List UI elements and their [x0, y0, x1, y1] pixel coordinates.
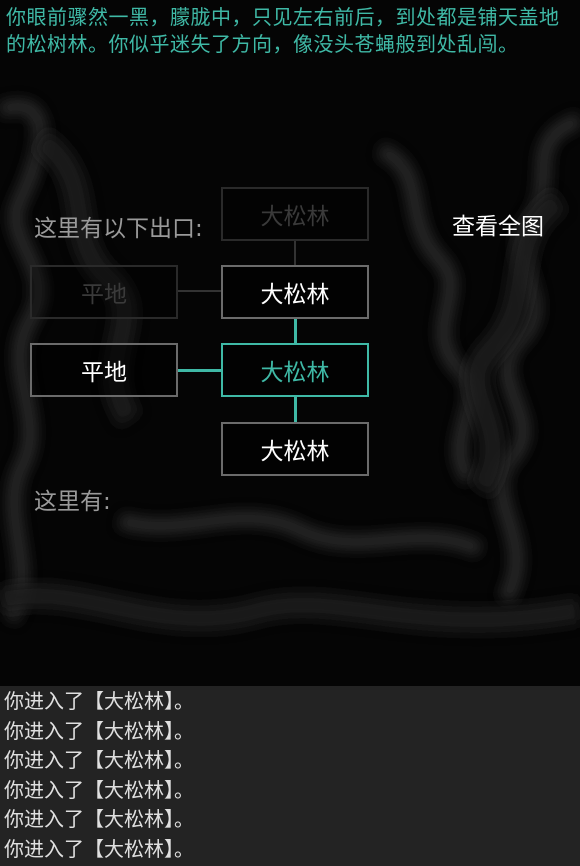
log-line: 你进入了【大松林】。 — [4, 748, 194, 772]
message-log[interactable]: 你进入了【大松林】。 你进入了【大松林】。 你进入了【大松林】。 你进入了【大松… — [0, 686, 580, 866]
log-line: 你进入了【大松林】。 — [4, 836, 194, 861]
link-west — [176, 369, 222, 372]
exit-room-northwest-far: 平地 — [30, 265, 178, 319]
link-south — [294, 397, 297, 423]
view-full-map-button[interactable]: 查看全图 — [452, 207, 544, 241]
link-north-far — [294, 240, 296, 266]
current-room: 大松林 — [221, 343, 369, 397]
link-north — [294, 318, 297, 344]
here-items-label: 这里有: — [34, 489, 111, 515]
exit-room-north[interactable]: 大松林 — [221, 265, 369, 319]
exit-room-north-far: 大松林 — [221, 187, 369, 241]
exit-room-south[interactable]: 大松林 — [221, 422, 369, 476]
log-line: 你进入了【大松林】。 — [4, 807, 194, 831]
link-northwest-far — [176, 290, 222, 292]
room-description: 你眼前骤然一黑，朦胧中，只见左右前后，到处都是铺天盖地的松树林。你似乎迷失了方向… — [6, 5, 560, 56]
game-scene: 你眼前骤然一黑，朦胧中，只见左右前后，到处都是铺天盖地的松树林。你似乎迷失了方向… — [0, 0, 580, 686]
log-line: 你进入了【大松林】。 — [4, 718, 194, 743]
log-line: 你进入了【大松林】。 — [4, 689, 194, 713]
log-line: 你进入了【大松林】。 — [4, 777, 194, 802]
exit-room-west[interactable]: 平地 — [30, 343, 178, 397]
exits-label: 这里有以下出口: — [34, 216, 203, 242]
